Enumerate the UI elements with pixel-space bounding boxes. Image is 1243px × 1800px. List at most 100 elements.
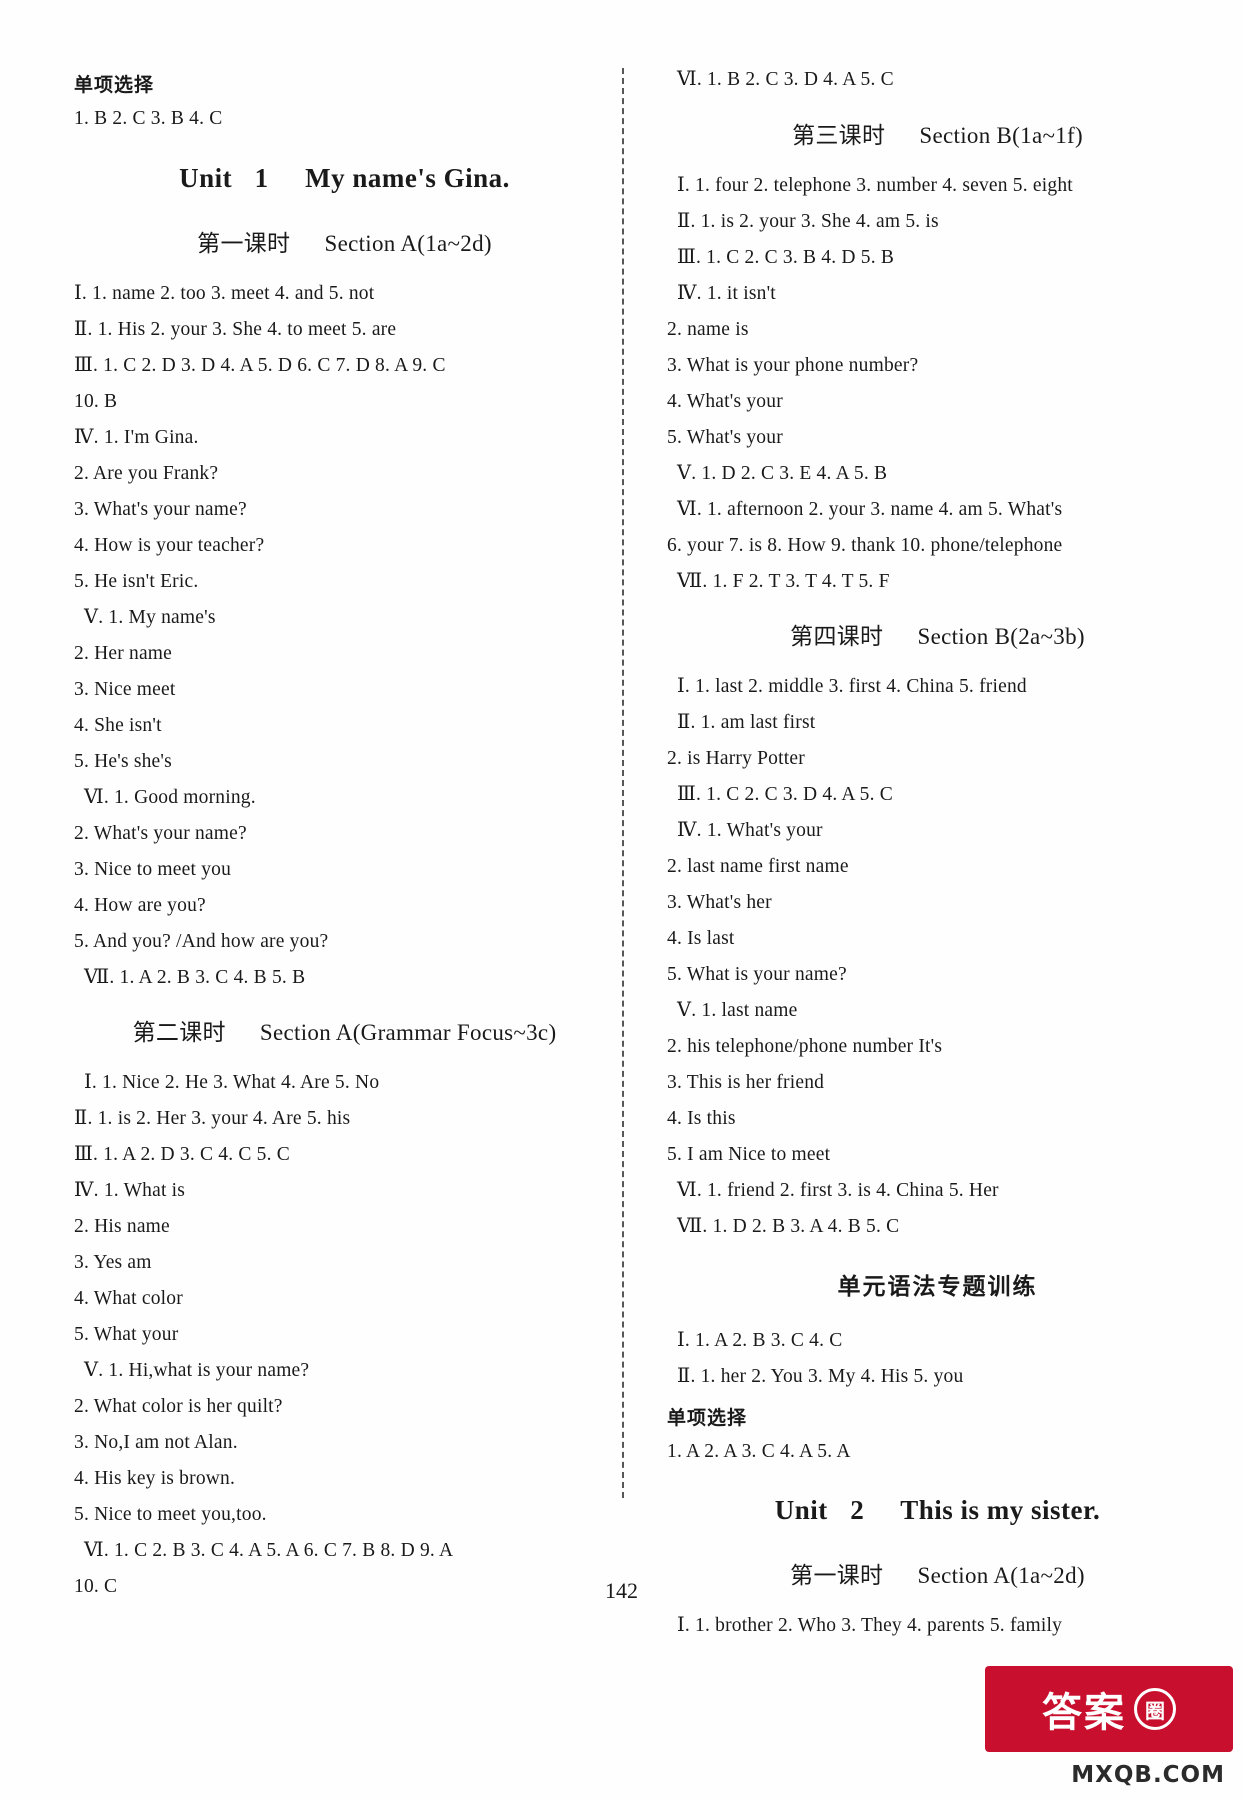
unit-2-title: Unit 2 This is my sister. <box>665 1495 1210 1526</box>
answer-line: Ⅵ. 1. B 2. C 3. D 4. A 5. C <box>677 69 894 90</box>
unit-2-label: Unit <box>774 1495 828 1525</box>
answer-line: Ⅱ. 1. her 2. You 3. My 4. His 5. you <box>677 1365 964 1387</box>
brand-url: MXQB.COM <box>1071 1762 1225 1788</box>
brand-label: 答案 <box>1042 1690 1126 1736</box>
answer-line: Ⅵ. 1. afternoon 2. your 3. name 4. am 5.… <box>677 498 1063 520</box>
answer-key-page: 单项选择 1. B 2. C 3. B 4. C Unit 1 My name'… <box>0 0 1243 1800</box>
answer-line: Ⅵ. 1. Good morning. <box>84 786 256 808</box>
answer-line: Ⅳ. 1. What is <box>74 1180 186 1201</box>
answer-line: Ⅲ. 1. C 2. C 3. B 4. D 5. B <box>677 246 895 268</box>
lesson-1-title: 第一课时 Section A(1a~2d) <box>72 224 617 258</box>
answer-line: Ⅱ. 1. is 2. your 3. She 4. am 5. is <box>677 210 939 232</box>
right-choice-heading: 单项选择 <box>667 1406 748 1429</box>
answer-line: 2. Are you Frank? <box>74 462 219 484</box>
answer-line: 5. I am Nice to meet <box>667 1144 831 1165</box>
answer-line: 4. What's your <box>667 390 783 412</box>
left-column: 单项选择 1. B 2. C 3. B 4. C Unit 1 My name'… <box>72 0 617 1596</box>
lesson-3-en: Section B(1a~1f) <box>919 122 1083 148</box>
answer-line: 4. His key is brown. <box>74 1468 236 1489</box>
left-top-answers: 1. B 2. C 3. B 4. C <box>74 108 223 129</box>
brand-badge: 答案 圈 <box>985 1666 1233 1752</box>
answer-line: 5. What your <box>74 1324 179 1345</box>
right-column: Ⅵ. 1. B 2. C 3. D 4. A 5. C 第三课时 Section… <box>665 0 1210 1635</box>
answer-line: 3. What's her <box>667 892 772 913</box>
answer-line: Ⅴ. 1. Hi,what is your name? <box>84 1360 310 1381</box>
unit-2-number: 2 <box>850 1495 865 1525</box>
answer-line: 3. This is her friend <box>667 1072 825 1093</box>
answer-line: 4. How is your teacher? <box>74 534 265 556</box>
answer-line: Ⅲ. 1. C 2. D 3. D 4. A 5. D 6. C 7. D 8.… <box>74 354 446 376</box>
answer-line: 2. Her name <box>74 642 173 664</box>
answer-line: Ⅳ. 1. it isn't <box>677 282 776 304</box>
answer-line: 5. He isn't Eric. <box>74 570 199 592</box>
answer-line: Ⅰ. 1. last 2. middle 3. first 4. China 5… <box>677 676 1027 697</box>
lesson-2-cn: 第二课时 <box>132 1020 226 1046</box>
answer-line: Ⅰ. 1. four 2. telephone 3. number 4. sev… <box>677 174 1073 196</box>
answer-line: 2. is Harry Potter <box>667 748 805 769</box>
answer-line: 2. What's your name? <box>74 822 247 844</box>
answer-line: 5. What is your name? <box>667 964 847 985</box>
answer-line: Ⅱ. 1. His 2. your 3. She 4. to meet 5. a… <box>74 318 397 340</box>
lesson-1-cn: 第一课时 <box>197 230 291 257</box>
lesson-1-en: Section A(1a~2d) <box>324 230 492 256</box>
lesson-4-cn: 第四课时 <box>790 624 884 650</box>
answer-line: Ⅰ. 1. A 2. B 3. C 4. C <box>677 1329 843 1351</box>
lesson-3-title: 第三课时 Section B(1a~1f) <box>665 116 1210 150</box>
answer-line: Ⅶ. 1. D 2. B 3. A 4. B 5. C <box>677 1216 900 1237</box>
answer-line: 6. your 7. is 8. How 9. thank 10. phone/… <box>667 534 1063 556</box>
answer-line: Ⅳ. 1. What's your <box>677 820 823 841</box>
answer-line: 2. What color is her quilt? <box>74 1396 283 1417</box>
answer-line: 4. How are you? <box>74 894 206 916</box>
answer-line: Ⅵ. 1. friend 2. first 3. is 4. China 5. … <box>677 1180 999 1201</box>
page-number: 142 <box>605 1578 638 1603</box>
answer-line: Ⅴ. 1. D 2. C 3. E 4. A 5. B <box>677 462 888 484</box>
answer-line: Ⅱ. 1. am last first <box>677 712 816 733</box>
lesson-5-cn: 第一课时 <box>790 1563 884 1589</box>
answer-line: 3. Nice meet <box>74 678 176 700</box>
unit-1-title: Unit 1 My name's Gina. <box>72 163 617 194</box>
left-top-heading: 单项选择 <box>74 74 155 96</box>
publisher-watermark: 答案 圈 MXQB.COM <box>979 1632 1243 1800</box>
answer-line: 5. And you? /And how are you? <box>74 930 329 952</box>
lesson-2-en: Section A(Grammar Focus~3c) <box>259 1020 557 1045</box>
answer-line: Ⅵ. 1. C 2. B 3. C 4. A 5. A 6. C 7. B 8.… <box>84 1540 454 1561</box>
answer-line: 4. What color <box>74 1288 183 1309</box>
unit-1-name: My name's Gina. <box>305 162 510 193</box>
answer-line: Ⅶ. 1. F 2. T 3. T 4. T 5. F <box>677 570 890 592</box>
answer-line: 4. She isn't <box>74 714 162 736</box>
unit-2-name: This is my sister. <box>900 1495 1101 1525</box>
answer-line: Ⅴ. 1. last name <box>677 1000 798 1021</box>
answer-line: Ⅰ. 1. Nice 2. He 3. What 4. Are 5. No <box>84 1072 380 1093</box>
answer-line: 3. No,I am not Alan. <box>74 1432 238 1453</box>
unit-1-number: 1 <box>254 162 269 193</box>
answer-line: Ⅰ. 1. name 2. too 3. meet 4. and 5. not <box>74 282 375 304</box>
answer-line: 3. Yes am <box>74 1252 152 1273</box>
answer-line: 3. What's your name? <box>74 498 247 520</box>
answer-line: 2. His name <box>74 1216 170 1237</box>
answer-line: 5. Nice to meet you,too. <box>74 1504 267 1525</box>
lesson-5-title: 第一课时 Section A(1a~2d) <box>665 1556 1210 1590</box>
unit-1-label: Unit <box>179 162 233 193</box>
right-choice-answers: 1. A 2. A 3. C 4. A 5. A <box>667 1440 851 1462</box>
answer-line: Ⅱ. 1. is 2. Her 3. your 4. Are 5. his <box>74 1108 351 1129</box>
answer-line: 3. Nice to meet you <box>74 858 232 880</box>
answer-line: 2. name is <box>667 318 749 340</box>
answer-line: 10. B <box>74 390 118 412</box>
answer-line: Ⅲ. 1. C 2. C 3. D 4. A 5. C <box>677 784 893 805</box>
brand-circle-icon: 圈 <box>1134 1688 1176 1730</box>
answer-line: 4. Is this <box>667 1108 736 1129</box>
answer-line: Ⅲ. 1. A 2. D 3. C 4. C 5. C <box>74 1144 290 1165</box>
lesson-4-en: Section B(2a~3b) <box>917 624 1085 649</box>
answer-line: 5. What's your <box>667 426 783 448</box>
answer-line: 2. his telephone/phone number It's <box>667 1036 943 1057</box>
answer-line: Ⅳ. 1. I'm Gina. <box>74 426 199 448</box>
lesson-5-en: Section A(1a~2d) <box>917 1563 1085 1588</box>
answer-line: 10. C <box>74 1576 118 1597</box>
answer-line: 4. Is last <box>667 928 735 949</box>
lesson-4-title: 第四课时 Section B(2a~3b) <box>665 617 1210 651</box>
answer-line: Ⅶ. 1. A 2. B 3. C 4. B 5. B <box>84 966 306 988</box>
lesson-2-title: 第二课时 Section A(Grammar Focus~3c) <box>72 1013 617 1047</box>
answer-line: 2. last name first name <box>667 856 849 877</box>
grammar-section-title: 单元语法专题训练 <box>837 1273 1038 1300</box>
lesson-3-cn: 第三课时 <box>792 122 886 149</box>
